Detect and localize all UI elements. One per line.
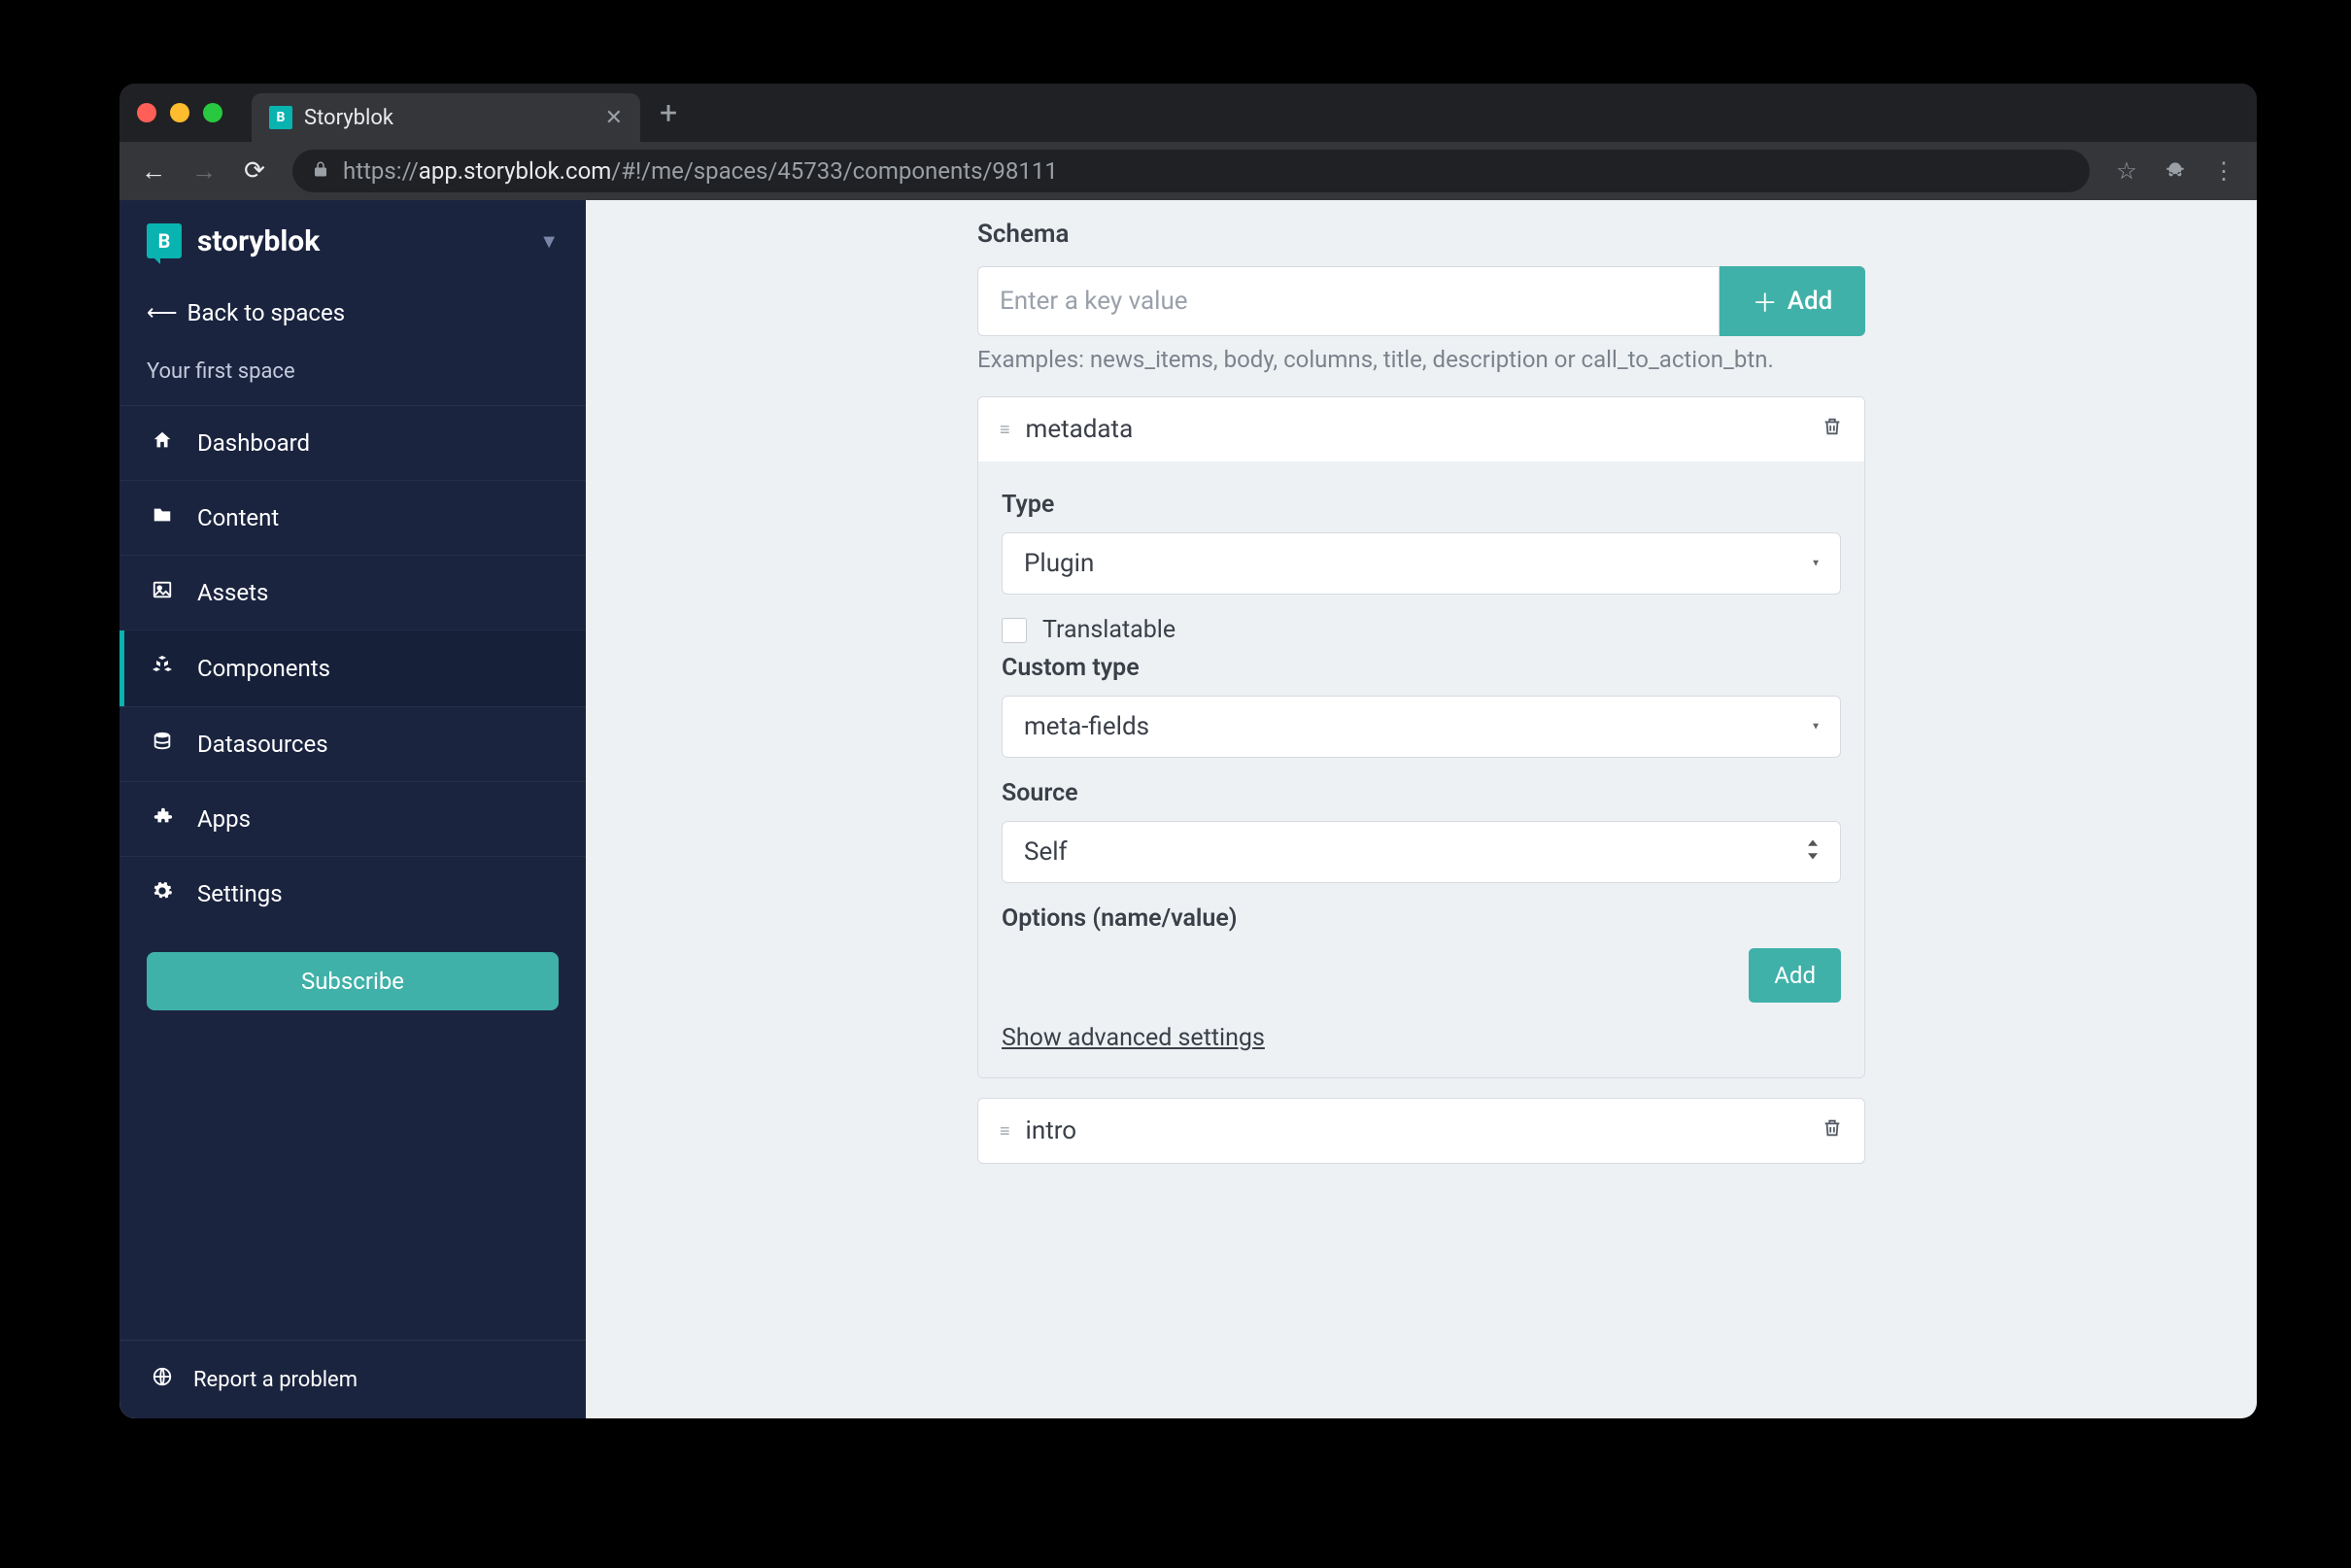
add-schema-button[interactable]: ＋ Add (1720, 266, 1865, 336)
add-schema-label: Add (1788, 287, 1833, 316)
custom-type-select[interactable]: meta-fields (1002, 696, 1841, 758)
url-bar: ← → ⟳ https://app.storyblok.com/#!/me/sp… (119, 142, 2257, 200)
url-text: https://app.storyblok.com/#!/me/spaces/4… (343, 157, 1058, 185)
sidebar-item-datasources[interactable]: Datasources (119, 706, 586, 781)
globe-icon (149, 1366, 176, 1393)
main-panel: Schema ＋ Add Examples: news_items, body,… (586, 200, 2257, 1418)
sidebar-item-label: Apps (197, 805, 251, 833)
custom-type-label: Custom type (1002, 654, 1841, 682)
schema-field-header[interactable]: ≡ metadata (978, 397, 1864, 461)
space-switcher-caret[interactable]: ▼ (539, 229, 559, 254)
delete-field-button[interactable] (1822, 416, 1843, 443)
schema-heading: Schema (977, 220, 1865, 249)
source-label: Source (1002, 779, 1841, 807)
schema-add-row: ＋ Add (977, 266, 1865, 336)
schema-field-header[interactable]: ≡ intro (978, 1099, 1864, 1163)
brand-logo-icon: B (147, 223, 182, 258)
source-value: Self (1024, 837, 1068, 867)
sidebar-item-label: Datasources (197, 731, 328, 758)
add-option-button[interactable]: Add (1749, 948, 1841, 1003)
sidebar-footer: Report a problem (119, 1340, 586, 1418)
type-label: Type (1002, 491, 1841, 519)
sidebar-item-components[interactable]: Components (119, 630, 586, 706)
browser-tab[interactable]: B Storyblok ✕ (252, 93, 640, 142)
type-select[interactable]: Plugin (1002, 532, 1841, 595)
schema-examples-text: Examples: news_items, body, columns, tit… (977, 346, 1865, 373)
schema-field-intro: ≡ intro (977, 1098, 1865, 1164)
sidebar-header: B storyblok ▼ (119, 200, 586, 282)
drag-handle-icon[interactable]: ≡ (1000, 420, 1008, 440)
back-button[interactable]: ← (133, 151, 174, 191)
current-space-name: Your first space (119, 344, 586, 405)
custom-type-value: meta-fields (1024, 712, 1149, 741)
back-to-spaces-link[interactable]: ⟵ Back to spaces (119, 282, 586, 344)
translatable-row: Translatable (1002, 616, 1841, 644)
sidebar-item-label: Content (197, 504, 279, 531)
advanced-settings-link[interactable]: Show advanced settings (1002, 1024, 1265, 1052)
sidebar-item-settings[interactable]: Settings (119, 856, 586, 931)
chevron-down-icon: ▼ (1811, 559, 1820, 569)
browser-window: B Storyblok ✕ + ← → ⟳ https://app.storyb… (119, 84, 2257, 1418)
sort-caret-icon (1806, 840, 1820, 865)
options-label: Options (name/value) (1002, 904, 1841, 933)
type-select-value: Plugin (1024, 549, 1094, 578)
incognito-icon[interactable] (2156, 152, 2195, 190)
schema-field-name: intro (1026, 1116, 1804, 1145)
schema-field-name: metadata (1026, 415, 1804, 444)
brand-name: storyblok (197, 224, 320, 258)
gear-icon (149, 880, 176, 907)
schema-key-input[interactable] (977, 266, 1720, 336)
minimize-window-button[interactable] (170, 103, 189, 122)
tab-strip: B Storyblok ✕ + (119, 84, 2257, 142)
sidebar-item-assets[interactable]: Assets (119, 555, 586, 630)
url-field[interactable]: https://app.storyblok.com/#!/me/spaces/4… (292, 150, 2090, 192)
database-icon (149, 731, 176, 758)
schema-field-body: Type Plugin ▼ Translatable Custom type (978, 461, 1864, 1077)
arrow-left-icon: ⟵ (147, 301, 178, 325)
close-tab-button[interactable]: ✕ (605, 106, 623, 130)
schema-field-metadata: ≡ metadata Type Plugin ▼ (977, 396, 1865, 1078)
image-icon (149, 579, 176, 606)
source-select[interactable]: Self (1002, 821, 1841, 883)
lock-icon (312, 160, 329, 183)
delete-field-button[interactable] (1822, 1117, 1843, 1144)
sidebar-nav: Dashboard Content Assets Components Data… (119, 405, 586, 931)
browser-menu-button[interactable]: ⋮ (2204, 152, 2243, 190)
translatable-checkbox[interactable] (1002, 618, 1027, 643)
bookmark-star-icon[interactable]: ☆ (2107, 152, 2146, 190)
sidebar-item-label: Settings (197, 880, 283, 907)
forward-button[interactable]: → (184, 151, 224, 191)
cubes-icon (149, 654, 176, 683)
back-to-spaces-label: Back to spaces (187, 299, 346, 326)
tab-title: Storyblok (304, 106, 594, 130)
report-problem-link[interactable]: Report a problem (119, 1341, 586, 1418)
translatable-label: Translatable (1042, 616, 1176, 644)
folder-icon (149, 504, 176, 531)
maximize-window-button[interactable] (203, 103, 222, 122)
sidebar-item-label: Components (197, 655, 330, 682)
sidebar: B storyblok ▼ ⟵ Back to spaces Your firs… (119, 200, 586, 1418)
sidebar-item-label: Assets (197, 579, 268, 606)
tab-favicon-icon: B (269, 106, 292, 129)
home-icon (149, 429, 176, 457)
drag-handle-icon[interactable]: ≡ (1000, 1121, 1008, 1142)
puzzle-icon (149, 805, 176, 833)
chevron-down-icon: ▼ (1811, 722, 1820, 733)
report-problem-label: Report a problem (193, 1368, 358, 1392)
reload-button[interactable]: ⟳ (234, 151, 275, 191)
new-tab-button[interactable]: + (660, 94, 677, 131)
close-window-button[interactable] (137, 103, 156, 122)
sidebar-item-label: Dashboard (197, 429, 310, 457)
sidebar-item-content[interactable]: Content (119, 480, 586, 555)
app-content: B storyblok ▼ ⟵ Back to spaces Your firs… (119, 200, 2257, 1418)
subscribe-button[interactable]: Subscribe (147, 952, 559, 1010)
plus-icon: ＋ (1753, 284, 1778, 320)
sidebar-item-apps[interactable]: Apps (119, 781, 586, 856)
sidebar-item-dashboard[interactable]: Dashboard (119, 405, 586, 480)
window-controls (131, 103, 222, 122)
